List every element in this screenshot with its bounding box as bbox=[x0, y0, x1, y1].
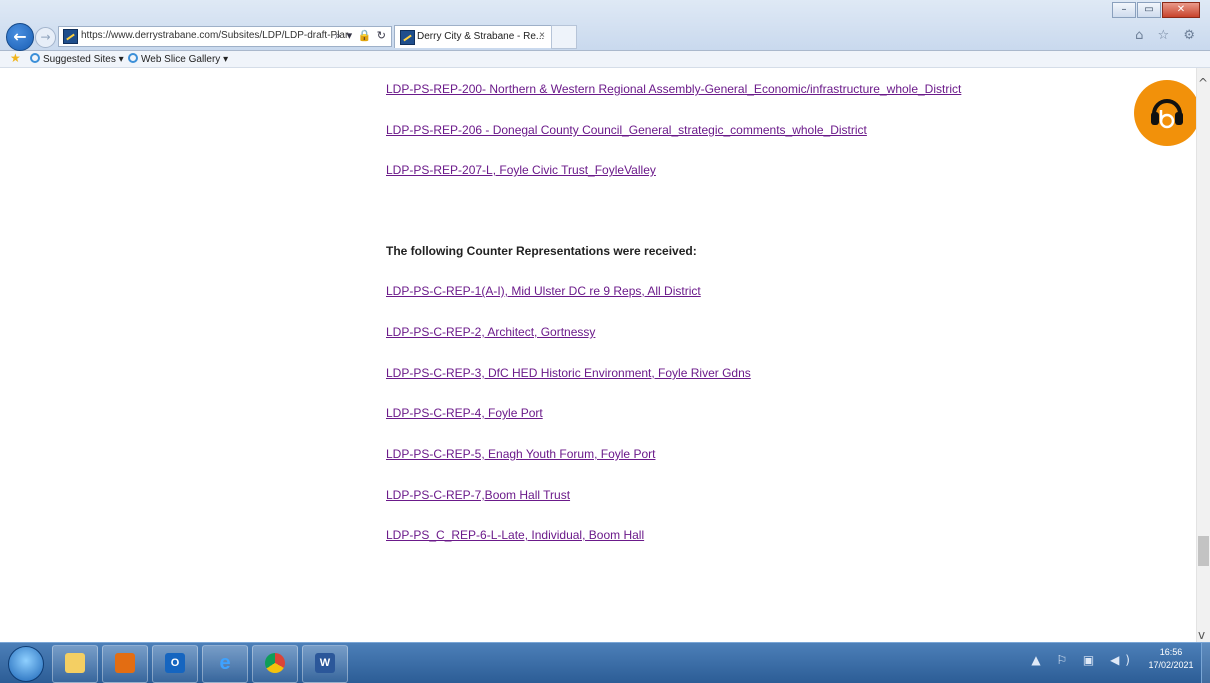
link-c-rep-5[interactable]: LDP-PS-C-REP-5, Enagh Youth Forum, Foyle… bbox=[386, 447, 655, 461]
link-c-rep-6-late[interactable]: LDP-PS_C_REP-6-L-Late, Individual, Boom … bbox=[386, 528, 644, 542]
link-c-rep-4[interactable]: LDP-PS-C-REP-4, Foyle Port bbox=[386, 406, 543, 420]
link-c-rep-3[interactable]: LDP-PS-C-REP-3, DfC HED Historic Environ… bbox=[386, 366, 751, 380]
show-desktop-button[interactable] bbox=[1201, 643, 1210, 683]
tab-title: Derry City & Strabane - Re... bbox=[417, 31, 545, 42]
page-content: LDP-PS-REP-200- Northern & Western Regio… bbox=[0, 68, 1196, 626]
link-rep-206[interactable]: LDP-PS-REP-206 - Donegal County Council_… bbox=[386, 123, 867, 137]
ie-icon bbox=[30, 53, 40, 63]
favorites-bar: ★ Suggested Sites ▾ Web Slice Gallery ▾ bbox=[0, 51, 1210, 68]
favorites-star-icon[interactable]: ★ bbox=[10, 51, 21, 65]
section-heading: The following Counter Representations we… bbox=[386, 244, 697, 258]
start-button[interactable] bbox=[8, 646, 44, 682]
link-c-rep-2[interactable]: LDP-PS-C-REP-2, Architect, Gortnessy bbox=[386, 325, 595, 339]
scroll-down-icon[interactable]: v bbox=[1198, 628, 1205, 642]
taskbar-clock[interactable]: 16:56 17/02/2021 bbox=[1146, 646, 1196, 672]
tab-close-icon[interactable]: × bbox=[539, 30, 545, 41]
tab-favicon-icon bbox=[400, 30, 415, 45]
address-bar-icons[interactable]: ⌕ ▾ 🔒 ↻ bbox=[335, 29, 387, 43]
maximize-button[interactable]: ▭ bbox=[1137, 2, 1161, 18]
new-tab-button[interactable] bbox=[551, 25, 577, 49]
clock-date: 17/02/2021 bbox=[1148, 660, 1194, 670]
internet-explorer-icon: e bbox=[219, 652, 231, 674]
window-controls: – ▭ ✕ bbox=[1111, 2, 1200, 20]
scroll-thumb[interactable] bbox=[1198, 536, 1209, 566]
link-rep-200[interactable]: LDP-PS-REP-200- Northern & Western Regio… bbox=[386, 82, 961, 96]
favorites-item-web-slice-gallery[interactable]: Web Slice Gallery ▾ bbox=[128, 53, 228, 65]
audio-reader-button[interactable] bbox=[1134, 80, 1200, 146]
vertical-scrollbar[interactable]: ^ v bbox=[1196, 68, 1210, 642]
ie-icon bbox=[128, 53, 138, 63]
tab-derry-strabane[interactable]: Derry City & Strabane - Re... × bbox=[394, 25, 552, 48]
outlook-icon: O bbox=[165, 653, 185, 673]
taskbar-media-player[interactable] bbox=[102, 645, 148, 683]
favorites-item-label: Suggested Sites ▾ bbox=[43, 54, 124, 65]
site-favicon-icon bbox=[63, 29, 78, 44]
scroll-up-icon[interactable]: ^ bbox=[1198, 76, 1208, 90]
home-favorites-tools-icons[interactable]: ⌂ ☆ ⚙ bbox=[1135, 28, 1200, 43]
taskbar-file-explorer[interactable] bbox=[52, 645, 98, 683]
link-rep-207[interactable]: LDP-PS-REP-207-L, Foyle Civic Trust_Foyl… bbox=[386, 163, 656, 177]
taskbar-internet-explorer[interactable]: e bbox=[202, 645, 248, 683]
favorites-item-suggested-sites[interactable]: Suggested Sites ▾ bbox=[30, 53, 124, 65]
folder-icon bbox=[65, 653, 85, 673]
browser-title-bar: ← → https://www.derrystrabane.com/Subsit… bbox=[0, 0, 1210, 51]
minimize-button[interactable]: – bbox=[1112, 2, 1136, 18]
link-c-rep-1[interactable]: LDP-PS-C-REP-1(A-I), Mid Ulster DC re 9 … bbox=[386, 284, 701, 298]
chrome-icon bbox=[265, 653, 285, 673]
media-player-icon bbox=[115, 653, 135, 673]
forward-button[interactable]: → bbox=[35, 27, 56, 48]
close-window-button[interactable]: ✕ bbox=[1162, 2, 1200, 18]
link-c-rep-7[interactable]: LDP-PS-C-REP-7,Boom Hall Trust bbox=[386, 488, 570, 502]
taskbar-word[interactable]: W bbox=[302, 645, 348, 683]
address-bar[interactable]: https://www.derrystrabane.com/Subsites/L… bbox=[58, 26, 392, 47]
taskbar-outlook[interactable]: O bbox=[152, 645, 198, 683]
favorites-item-label: Web Slice Gallery ▾ bbox=[141, 54, 229, 65]
system-tray-icons[interactable]: ▲ ⚐ ▣ ◀) bbox=[1031, 653, 1136, 667]
url-text: https://www.derrystrabane.com/Subsites/L… bbox=[81, 30, 349, 41]
word-icon: W bbox=[315, 653, 335, 673]
clock-time: 16:56 bbox=[1159, 647, 1183, 657]
taskbar: O e W ▲ ⚐ ▣ ◀) 16:56 17/02/2021 bbox=[0, 642, 1210, 683]
headphones-icon bbox=[1151, 99, 1183, 129]
back-button[interactable]: ← bbox=[6, 23, 34, 51]
taskbar-chrome[interactable] bbox=[252, 645, 298, 683]
